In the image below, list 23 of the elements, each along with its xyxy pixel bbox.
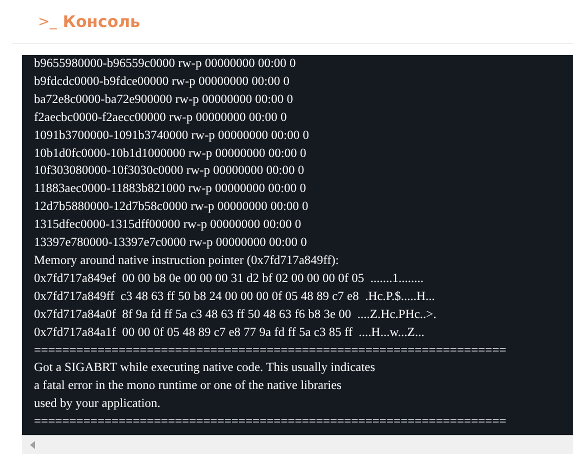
console-line: Got a SIGABRT while executing native code. This usually indicates [34, 359, 376, 376]
console-line: ba72e8c0000-ba72e900000 rw-p 00000000 00:00 0 [34, 90, 294, 108]
console-line: 1091b3700000-1091b3740000 rw-p 00000000 00:00 0 [34, 126, 310, 144]
console-line: 0x7fd717a84a0f 8f 9a fd ff 5a c3 48 63 ff 50 48 63 f6 b8 3e 00 ....Z.Hc.PHc..>. [34, 306, 438, 323]
console-line: 12d7b5880000-12d7b58c0000 rw-p 00000000 00:00 0 [34, 198, 310, 216]
console-line: =================================================================== [34, 342, 508, 358]
console-line: 13397e780000-13397e7c0000 rw-p 00000000 00:00 0 [34, 234, 308, 252]
console-line: 0x7fd717a849ef 00 00 b8 0e 00 00 00 31 d2 bf 02 00 00 00 0f 05 .......1........ [34, 270, 425, 287]
console-line: 10f303080000-10f3030c0000 rw-p 00000000 00:00 0 [34, 162, 306, 180]
console-line: =================================================================== [34, 413, 508, 430]
console-line: 1315dfec0000-1315dff00000 rw-p 00000000 00:00 0 [34, 216, 302, 234]
console-line: f2aecbc0000-f2aecc00000 rw-p 00000000 00:00 0 [34, 108, 288, 126]
console-line: used by your application. [34, 395, 162, 412]
console-line: Memory around native instruction pointer (0x7fd717a849ff): [34, 252, 340, 269]
terminal-icon: >_ [38, 14, 57, 30]
console-line: 10b1d0fc0000-10b1d1000000 rw-p 00000000 00:00 0 [34, 144, 308, 162]
console-line: b9fdcdc0000-b9fdce00000 rw-p 00000000 00:00 0 [34, 72, 291, 90]
console-line: 0x7fd717a849ff c3 48 63 ff 50 b8 24 00 00 00 0f 05 48 89 c7 e8 .Hc.P.$.....H... [34, 288, 436, 305]
console-line: 0x7fd717a84a1f 00 00 0f 05 48 89 c7 e8 77 9a fd ff 5a c3 85 ff ....H...w...Z... [34, 324, 426, 341]
console-line: a fatal error in the mono runtime or one of the native libraries [34, 377, 343, 394]
console-line: 11883aec0000-11883b821000 rw-p 00000000 00:00 0 [34, 180, 307, 198]
console-line: b9655980000-b96559c0000 rw-p 00000000 00:00 0 [34, 55, 297, 72]
page-title: Консоль [62, 12, 140, 31]
